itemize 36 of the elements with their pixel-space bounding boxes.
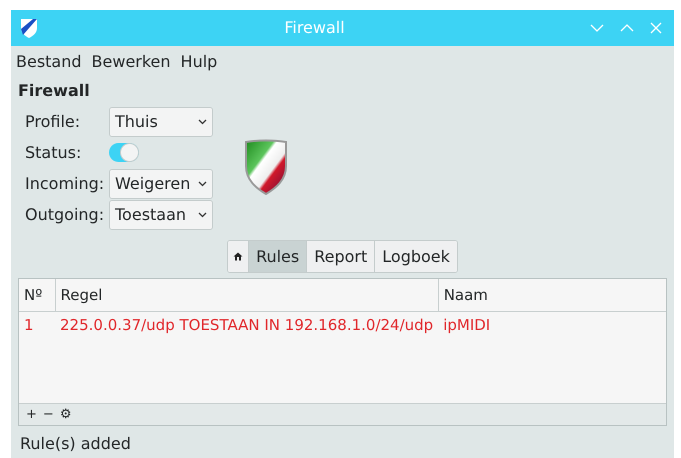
tab[interactable]: Report — [306, 241, 374, 272]
column-header[interactable]: Nº — [19, 279, 55, 311]
menu-item[interactable]: Bewerken — [92, 50, 171, 74]
minimize-icon[interactable] — [590, 23, 604, 33]
table-cell: 1 — [19, 311, 55, 339]
dropdown[interactable]: Toestaan — [109, 200, 213, 230]
status-text: Rule(s) added — [19, 433, 132, 455]
close-icon[interactable] — [650, 22, 662, 34]
table-cell: 225.0.0.37/udp TOESTAAN IN 192.168.1.0/24/udp — [55, 311, 438, 339]
field-label: Profile: — [25, 110, 82, 132]
shield-icon — [19, 17, 39, 39]
caret-icon — [198, 118, 207, 124]
window-title: Firewall — [283, 17, 346, 39]
home-icon — [233, 252, 244, 261]
caret-icon — [198, 212, 207, 218]
table-row[interactable]: 1 225.0.0.37/udp TOESTAAN IN 192.168.1.0/24/udp ipMIDI — [19, 311, 666, 339]
column-header[interactable]: Regel — [55, 279, 438, 311]
field-label: Outgoing: — [25, 204, 106, 226]
caret-icon — [198, 180, 207, 186]
menu-item[interactable]: Bestand — [16, 50, 82, 74]
table-cell: ipMIDI — [438, 311, 666, 339]
shield-icon — [243, 138, 289, 196]
column-header[interactable]: Naam — [438, 279, 666, 311]
menu-item[interactable]: Hulp — [180, 50, 218, 74]
field-label: Incoming: — [25, 172, 106, 194]
toolbar-button[interactable]: ⚙ — [58, 404, 72, 424]
tab[interactable]: Logboek — [374, 241, 457, 272]
section-title: Firewall — [17, 80, 91, 102]
toolbar-button[interactable]: + — [25, 404, 38, 424]
toolbar-button[interactable]: − — [42, 404, 55, 424]
toggle-switch[interactable] — [109, 143, 139, 162]
field-label: Status: — [25, 142, 82, 164]
dropdown[interactable]: Weigeren — [109, 168, 213, 198]
dropdown[interactable]: Thuis — [109, 106, 213, 136]
tab[interactable]: Rules — [248, 241, 306, 272]
maximize-icon[interactable] — [620, 23, 634, 33]
